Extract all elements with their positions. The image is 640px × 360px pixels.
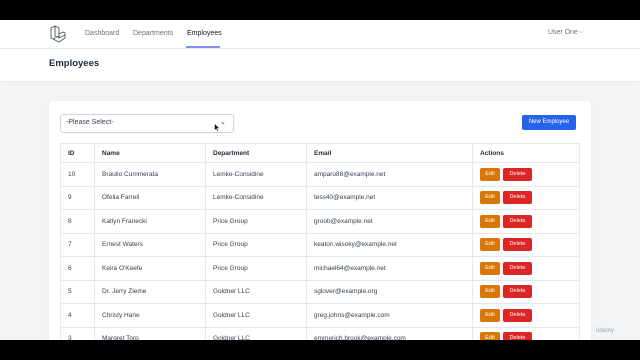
cell-email: emmerich.brook@example.com (306, 326, 473, 340)
delete-button[interactable]: Delete (503, 191, 532, 205)
cell-name: Katlyn Franecki (94, 209, 206, 234)
cell-name: Keira O'Keefe (94, 256, 206, 281)
edit-button[interactable]: Edit (480, 238, 500, 252)
cell-actions: Edit Delete (472, 303, 580, 328)
cell-email: tess40@example.net (306, 185, 473, 210)
nav-link-dashboard[interactable]: Dashboard (85, 30, 119, 37)
delete-button[interactable]: Delete (503, 167, 532, 181)
cell-email: michael64@example.net (306, 256, 473, 281)
cell-id: 7 (60, 232, 95, 257)
department-filter-select[interactable]: -Please Select- ⌄ (60, 114, 234, 133)
page-header: Employees (0, 49, 640, 81)
new-employee-button[interactable]: New Employee (522, 115, 576, 130)
edit-button[interactable]: Edit (480, 261, 500, 275)
edit-button[interactable]: Edit (480, 332, 500, 340)
cell-department: Lemke-Considine (205, 162, 307, 187)
cell-name: Christy Hane (94, 303, 206, 328)
cell-actions: Edit Delete (472, 232, 580, 257)
table-row: 4 Christy Hane Goldner LLC greg.johns@ex… (60, 303, 580, 328)
cell-email: greg.johns@example.com (306, 303, 473, 328)
nav-link-employees[interactable]: Employees (187, 30, 222, 37)
letterbox-bottom (0, 340, 640, 360)
cell-name: Dr. Jerry Zieme (94, 279, 206, 304)
cell-department: Lemke-Considine (205, 185, 307, 210)
delete-button[interactable]: Delete (503, 261, 532, 275)
cell-department: Price Group (205, 232, 307, 257)
cell-department: Goldner LLC (205, 303, 307, 328)
table-row: 5 Dr. Jerry Zieme Goldner LLC sglover@ex… (60, 279, 580, 304)
cell-department: Goldner LLC (205, 326, 307, 340)
table-row: 10 Braulio Cummerata Lemke-Considine amp… (60, 162, 580, 187)
mouse-cursor-icon (214, 123, 220, 132)
user-menu[interactable]: User One (548, 29, 578, 36)
column-header-email: Email (306, 143, 473, 163)
edit-button[interactable]: Edit (480, 167, 500, 181)
page-title: Employees (49, 58, 100, 69)
cell-actions: Edit Delete (472, 209, 580, 234)
cell-email: sglover@example.org (306, 279, 473, 304)
cell-id: 3 (60, 326, 95, 340)
cell-name: Braulio Cummerata (94, 162, 206, 187)
cell-actions: Edit Delete (472, 185, 580, 210)
cell-email: amparo88@example.net (306, 162, 473, 187)
cell-department: Price Group (205, 256, 307, 281)
cell-actions: Edit Delete (472, 162, 580, 187)
cell-actions: Edit Delete (472, 279, 580, 304)
column-header-department: Department (205, 143, 307, 163)
cell-id: 8 (60, 209, 95, 234)
edit-button[interactable]: Edit (480, 308, 500, 322)
cell-id: 5 (60, 279, 95, 304)
nav-link-departments[interactable]: Departments (133, 30, 173, 37)
edit-button[interactable]: Edit (480, 214, 500, 228)
employees-table: ID Name Department Email Actions 10 Brau… (60, 143, 580, 340)
active-nav-indicator (186, 46, 220, 48)
cell-email: groob@example.net (306, 209, 473, 234)
table-row: 9 Ofelia Farrell Lemke-Considine tess40@… (60, 185, 580, 210)
table-row: 6 Keira O'Keefe Price Group michael64@ex… (60, 256, 580, 281)
table-header-row: ID Name Department Email Actions (60, 143, 580, 163)
app-logo-icon[interactable] (49, 25, 67, 43)
chevron-down-icon: ⌄ (220, 119, 226, 126)
table-row: 7 Ernest Waters Price Group keaton.wisok… (60, 232, 580, 257)
column-header-name: Name (94, 143, 206, 163)
cell-id: 6 (60, 256, 95, 281)
delete-button[interactable]: Delete (503, 238, 532, 252)
cell-actions: Edit Delete (472, 326, 580, 340)
column-header-actions: Actions (472, 143, 580, 163)
table-row: 8 Katlyn Franecki Price Group groob@exam… (60, 209, 580, 234)
letterbox-top (0, 0, 640, 20)
cell-actions: Edit Delete (472, 256, 580, 281)
cell-name: Ernest Waters (94, 232, 206, 257)
top-navigation: Dashboard Departments Employees User One… (0, 20, 640, 49)
cell-name: Margret Torp (94, 326, 206, 340)
cell-name: Ofelia Farrell (94, 185, 206, 210)
cell-id: 9 (60, 185, 95, 210)
delete-button[interactable]: Delete (503, 285, 532, 299)
column-header-id: ID (60, 143, 95, 163)
app-window: Dashboard Departments Employees User One… (0, 20, 640, 340)
edit-button[interactable]: Edit (480, 285, 500, 299)
cell-department: Price Group (205, 209, 307, 234)
chevron-down-icon[interactable]: ⌵ (579, 29, 584, 36)
cell-id: 10 (60, 162, 95, 187)
delete-button[interactable]: Delete (503, 308, 532, 322)
table-row: 3 Margret Torp Goldner LLC emmerich.broo… (60, 326, 580, 340)
employees-card: -Please Select- ⌄ New Employee ID Name D… (49, 101, 591, 340)
delete-button[interactable]: Delete (503, 214, 532, 228)
cell-email: keaton.wisoky@example.net (306, 232, 473, 257)
delete-button[interactable]: Delete (503, 332, 532, 340)
cell-department: Goldner LLC (205, 279, 307, 304)
udemy-watermark: üdemy (596, 328, 615, 334)
cell-id: 4 (60, 303, 95, 328)
edit-button[interactable]: Edit (480, 191, 500, 205)
department-filter-value: -Please Select- (66, 119, 114, 126)
